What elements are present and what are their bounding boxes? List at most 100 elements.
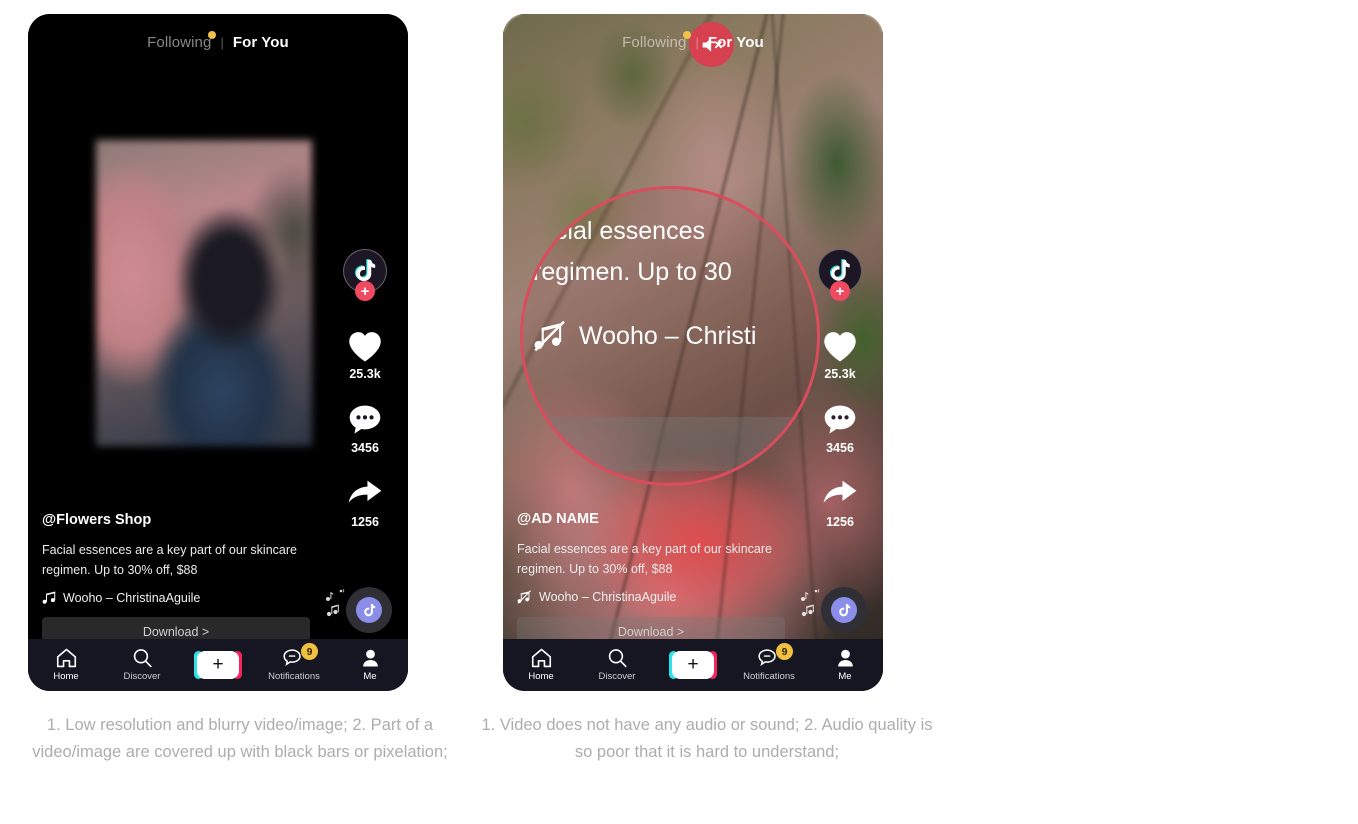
magnifier-line-2: regimen. Up to 30: [533, 257, 732, 286]
nav-label-home: Home: [53, 671, 79, 682]
comparison-stage: Following | For You + 25.3k 3456 1256 @F…: [0, 0, 1358, 824]
nav-label-discover: Discover: [598, 671, 636, 682]
tab-for-you[interactable]: For You: [708, 34, 764, 51]
tab-following[interactable]: Following: [147, 31, 217, 51]
tab-for-you[interactable]: For You: [233, 34, 289, 51]
top-tabbar-left: Following | For You: [28, 31, 408, 51]
plus-icon: +: [687, 653, 699, 675]
magnifier-music-title: Wooho – Christi: [579, 322, 757, 350]
notifications-badge: 9: [776, 643, 793, 660]
profile-icon: [837, 649, 853, 667]
phone-mockup-left: Following | For You + 25.3k 3456 1256 @F…: [28, 14, 408, 691]
tab-separator: |: [695, 35, 699, 50]
post-info-left: @Flowers Shop Facial essences are a key …: [42, 512, 310, 647]
nav-item-notifications[interactable]: 9 Notifications: [261, 643, 327, 682]
example-caption-right: 1. Video does not have any audio or soun…: [481, 716, 933, 762]
tiktok-note-icon: [354, 259, 376, 282]
comment-button-right[interactable]: 3456: [821, 403, 859, 455]
nav-label-me: Me: [363, 671, 377, 682]
action-rail-left: + 25.3k 3456 1256: [334, 249, 396, 529]
nav-label-home: Home: [528, 671, 554, 682]
avatar-follow-group[interactable]: +: [343, 249, 387, 301]
share-button-right[interactable]: 1256: [821, 477, 859, 529]
follow-plus-icon[interactable]: +: [830, 281, 850, 301]
follow-plus-icon[interactable]: +: [355, 281, 375, 301]
nav-item-discover[interactable]: Discover: [584, 648, 650, 682]
example-panel-left: Following | For You + 25.3k 3456 1256 @F…: [0, 0, 480, 824]
share-arrow-icon: [346, 477, 384, 511]
nav-label-notifications: Notifications: [268, 671, 320, 682]
bottom-navbar-left: Home Discover + 9 Notifications Me: [28, 639, 408, 691]
tab-following-label: Following: [622, 34, 687, 51]
share-arrow-icon: [821, 477, 859, 511]
like-button-left[interactable]: 25.3k: [346, 329, 384, 381]
share-count: 1256: [351, 515, 379, 529]
avatar-follow-group[interactable]: +: [818, 249, 862, 301]
phone-screen-right: Following | For You + 25.3k 3456 1256 @A…: [503, 14, 883, 691]
following-dot-icon: [208, 31, 217, 39]
post-description: Facial essences are a key part of our sk…: [42, 542, 297, 577]
example-panel-right: Following | For You + 25.3k 3456 1256 @A…: [475, 0, 955, 824]
magnifier-cta-shape: [539, 417, 807, 471]
comment-count: 3456: [351, 441, 379, 455]
nav-item-home[interactable]: Home: [508, 648, 574, 682]
comment-button-left[interactable]: 3456: [346, 403, 384, 455]
search-icon: [608, 649, 627, 668]
comment-icon: [821, 403, 859, 437]
home-icon: [531, 648, 551, 668]
pixelated-video-media[interactable]: [96, 140, 312, 446]
nav-item-home[interactable]: Home: [33, 648, 99, 682]
profile-icon: [362, 649, 378, 667]
top-tabbar-right: Following | For You: [503, 31, 883, 51]
magnifier-zoom-overlay: acial essences regimen. Up to 30 Wooho –…: [520, 186, 820, 486]
magnifier-line-1: acial essences: [541, 217, 705, 245]
tab-for-you-label: For You: [232, 34, 289, 51]
nav-item-create[interactable]: +: [185, 651, 251, 679]
plus-icon: +: [212, 653, 224, 675]
like-button-right[interactable]: 25.3k: [821, 329, 859, 381]
nav-item-create[interactable]: +: [660, 651, 726, 679]
following-dot-icon: [683, 31, 692, 39]
share-button-left[interactable]: 1256: [346, 477, 384, 529]
tab-following-label: Following: [147, 34, 212, 51]
tab-separator: |: [220, 35, 224, 50]
create-button[interactable]: +: [669, 651, 717, 679]
tiktok-note-icon: [829, 259, 850, 281]
nav-label-me: Me: [838, 671, 852, 682]
action-rail-right: + 25.3k 3456 1256: [809, 249, 871, 529]
post-handle[interactable]: @AD NAME: [517, 511, 785, 527]
heart-icon: [821, 329, 859, 363]
nav-item-discover[interactable]: Discover: [109, 648, 175, 682]
nav-label-notifications: Notifications: [743, 671, 795, 682]
post-music-title: Wooho – ChristinaAguile: [539, 590, 677, 604]
music-disc-icon: [831, 597, 857, 623]
tab-following[interactable]: Following: [622, 31, 692, 51]
music-disc-icon: [356, 597, 382, 623]
comment-count: 3456: [826, 441, 854, 455]
search-icon: [133, 649, 152, 668]
music-disc-button-left[interactable]: [346, 587, 392, 633]
example-caption-left: 1. Low resolution and blurry video/image…: [32, 716, 448, 762]
music-note-muted-icon: [534, 321, 565, 352]
home-icon: [56, 648, 76, 668]
phone-screen-left: Following | For You + 25.3k 3456 1256 @F…: [28, 14, 408, 691]
magnifier-music-row: Wooho – Christi: [533, 316, 815, 357]
post-music-row[interactable]: Wooho – ChristinaAguile: [517, 589, 785, 605]
notifications-badge: 9: [301, 643, 318, 660]
nav-item-me[interactable]: Me: [337, 648, 403, 682]
nav-item-notifications[interactable]: 9 Notifications: [736, 643, 802, 682]
post-music-row[interactable]: Wooho – ChristinaAguile: [42, 590, 310, 605]
heart-icon: [346, 329, 384, 363]
tab-for-you-label: For You: [707, 34, 764, 51]
post-info-right: @AD NAME Facial essences are a key part …: [517, 511, 785, 647]
phone-mockup-right: Following | For You + 25.3k 3456 1256 @A…: [503, 14, 883, 691]
music-note-muted-icon: [517, 590, 532, 604]
like-count: 25.3k: [349, 367, 381, 381]
like-count: 25.3k: [824, 367, 856, 381]
music-disc-button-right[interactable]: [821, 587, 867, 633]
nav-item-me[interactable]: Me: [812, 648, 878, 682]
create-button[interactable]: +: [194, 651, 242, 679]
bottom-navbar-right: Home Discover + 9 Notifications Me: [503, 639, 883, 691]
post-handle[interactable]: @Flowers Shop: [42, 512, 310, 528]
post-description: Facial essences are a key part of our sk…: [517, 541, 772, 576]
